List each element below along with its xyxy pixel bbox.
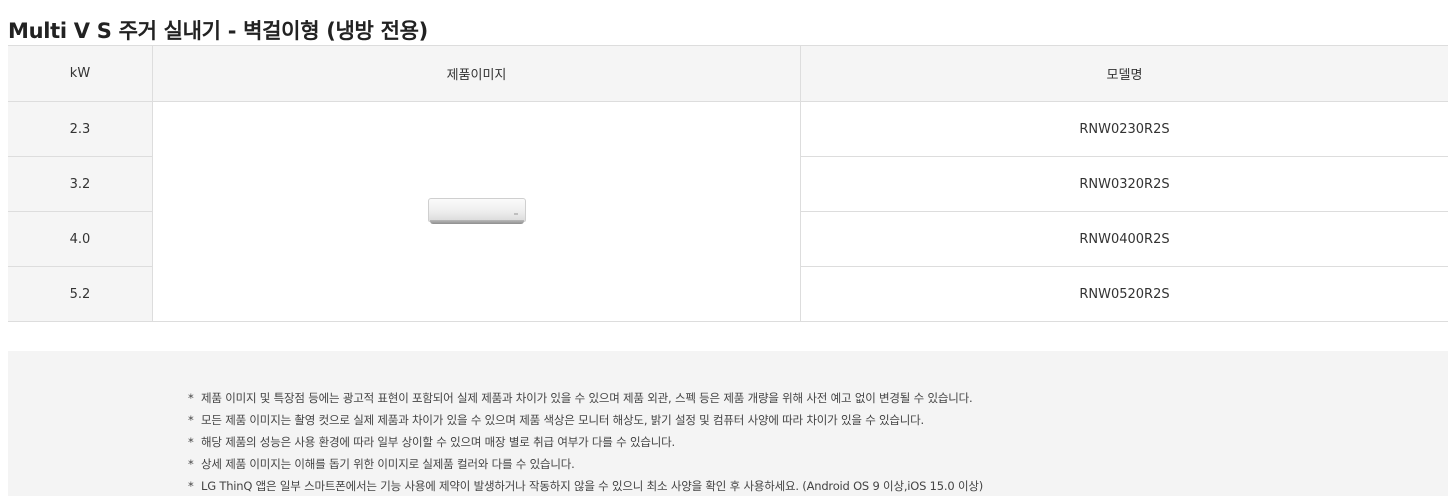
ac-unit-body [427, 198, 526, 222]
notice-list: * 제품 이미지 및 특장점 등에는 광고적 표현이 포함되어 실제 제품과 차이… [188, 387, 983, 497]
header-model-name: 모델명 [800, 45, 1448, 102]
kw-cell: 2.3 [8, 101, 153, 157]
table-header-row: kW 제품이미지 모델명 [8, 45, 1448, 102]
spec-table: kW 제품이미지 모델명 2.3 RNW0230R2S 3.2 RNW0320R… [8, 45, 1448, 322]
notice-text: 모든 제품 이미지는 촬영 컷으로 실제 제품과 차이가 있을 수 있으며 제품… [201, 413, 925, 427]
model-cell: RNW0230R2S [800, 101, 1448, 157]
kw-cell: 3.2 [8, 156, 153, 212]
kw-cell: 4.0 [8, 211, 153, 267]
table-row: 2.3 RNW0230R2S [8, 101, 1448, 322]
notice-text: 상세 제품 이미지는 이해를 돕기 위한 이미지로 실제품 컬러와 다를 수 있… [201, 457, 575, 471]
notice-item: * 해당 제품의 성능은 사용 환경에 따라 일부 상이할 수 있으며 매장 별로… [188, 431, 983, 453]
ac-air-vent [429, 220, 524, 224]
header-product-image: 제품이미지 [152, 45, 801, 102]
model-cell: RNW0520R2S [800, 266, 1448, 322]
header-kw: kW [8, 45, 153, 102]
notice-bullet: * [188, 457, 194, 471]
notice-bullet: * [188, 479, 194, 493]
notice-box: * 제품 이미지 및 특장점 등에는 광고적 표현이 포함되어 실제 제품과 차이… [8, 351, 1448, 496]
notice-text: LG ThinQ 앱은 일부 스마트폰에서는 기능 사용에 제약이 발생하거나 … [201, 479, 983, 493]
product-image-cell [152, 101, 801, 322]
notice-bullet: * [188, 413, 194, 427]
notice-item: * 상세 제품 이미지는 이해를 돕기 위한 이미지로 실제품 컬러와 다를 수 … [188, 453, 983, 475]
kw-cell: 5.2 [8, 266, 153, 322]
notice-bullet: * [188, 435, 194, 449]
notice-bullet: * [188, 391, 194, 405]
notice-item: * 모든 제품 이미지는 촬영 컷으로 실제 제품과 차이가 있을 수 있으며 제… [188, 409, 983, 431]
notice-item: * 제품 이미지 및 특장점 등에는 광고적 표현이 포함되어 실제 제품과 차이… [188, 387, 983, 409]
notice-text: 해당 제품의 성능은 사용 환경에 따라 일부 상이할 수 있으며 매장 별로 … [201, 435, 675, 449]
notice-item: * LG ThinQ 앱은 일부 스마트폰에서는 기능 사용에 제약이 발생하거나… [188, 475, 983, 497]
ac-indicator-light [513, 213, 518, 215]
page-title: Multi V S 주거 실내기 - 벽걸이형 (냉방 전용) [8, 19, 428, 44]
air-conditioner-image [427, 198, 526, 225]
model-cell: RNW0320R2S [800, 156, 1448, 212]
notice-text: 제품 이미지 및 특장점 등에는 광고적 표현이 포함되어 실제 제품과 차이가… [201, 391, 973, 405]
model-cell: RNW0400R2S [800, 211, 1448, 267]
